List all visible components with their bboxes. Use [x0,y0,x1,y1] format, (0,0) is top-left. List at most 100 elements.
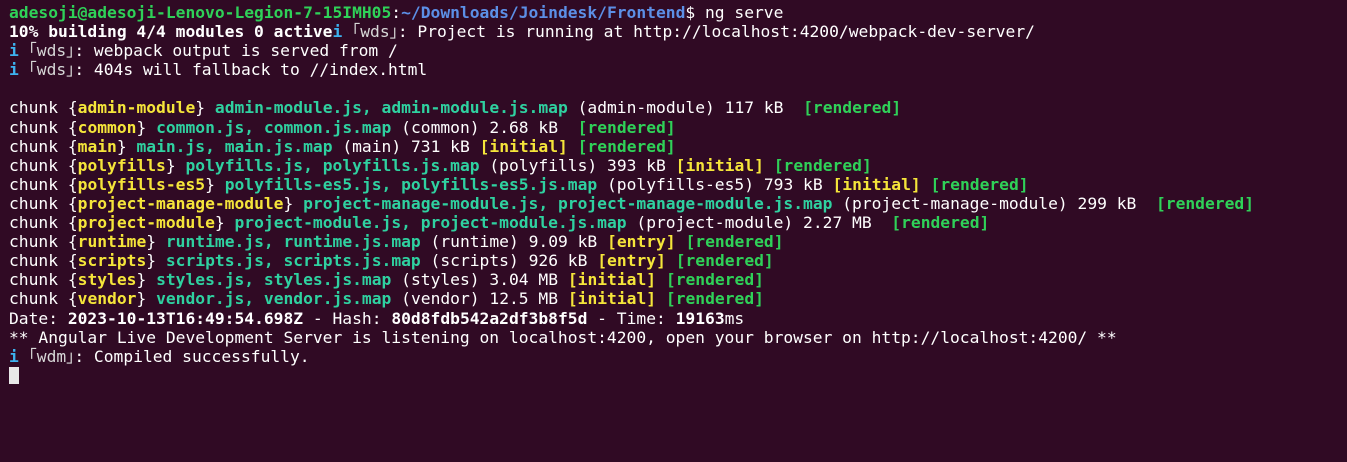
served-line: i ｢wds｣: webpack output is served from / [9,41,1347,60]
brace: } [136,289,157,309]
chunk-name: main [77,136,117,156]
served-msg: : webpack output is served from / [74,41,398,61]
chunk-keyword: chunk [9,117,68,137]
server-msg-line: ** Angular Live Development Server is li… [9,328,1347,347]
tag-bracket: [ [832,174,843,194]
chunk-keyword: chunk [9,174,68,194]
chunk-line: chunk {common} common.js, common.js.map … [9,118,1347,137]
info-icon: i [9,41,19,61]
chunk-line: chunk {admin-module} admin-module.js, ad… [9,98,1347,117]
chunk-files: project-manage-module.js, project-manage… [303,193,833,213]
tag-bracket: [ [675,155,686,175]
terminal-cursor[interactable] [9,366,19,384]
chunk-size: 731 kB [410,136,470,156]
fallback-msg: : 404s will fallback to //index.html [74,60,428,80]
tag-bracket: ] [754,289,764,309]
terminal-window[interactable]: adesoji@adesoji-Lenovo-Legion-7-15IMH05:… [0,0,1347,462]
chunk-line: chunk {project-module} project-module.js… [9,213,1347,232]
chunk-files: styles.js, styles.js.map [156,270,392,290]
brace: } [195,98,215,118]
chunk-size: 9.09 kB [528,232,598,252]
tag-bracket: ] [763,251,774,271]
chunk-tag-rendered: rendered [940,174,1019,194]
chunk-paren: (project-manage-module) [842,193,1068,213]
chunk-tag-rendered: rendered [587,117,666,137]
tag-bracket: ] [861,155,872,175]
chunk-paren: (scripts) [430,251,519,271]
chunk-tag-rendered: rendered [685,251,764,271]
chunk-line: chunk {polyfills} polyfills.js, polyfill… [9,156,1347,175]
chunk-files: vendor.js, vendor.js.map [156,289,392,309]
tag-bracket: [ [665,270,676,290]
chunk-name: styles [77,270,137,290]
cursor-line[interactable] [9,366,1347,385]
chunk-tag-rendered: rendered [1165,193,1245,213]
chunk-tag-rendered: rendered [783,155,862,175]
summary-line: Date: 2023-10-13T16:49:54.698Z - Hash: 8… [9,308,745,328]
tag-bracket: [ [803,98,813,118]
chunk-files: scripts.js, scripts.js.map [165,251,421,271]
chunk-line: chunk {main} main.js, main.js.map (main)… [9,137,1347,156]
brace: { [67,98,78,118]
chunk-files: runtime.js, runtime.js.map [165,232,421,252]
tag-bracket: [ [567,270,578,290]
chunk-size: 793 kB [763,174,823,194]
wds-label: ｢wds｣ [352,22,398,42]
chunk-paren: (runtime) [430,232,519,252]
chunk-line: chunk {scripts} scripts.js, scripts.js.m… [9,251,1347,270]
info-icon: i [9,346,19,366]
chunk-tag-rendered: rendered [675,270,755,290]
wdm-label: ｢wdm｣ [28,346,75,366]
brace: } [146,232,166,252]
tag-bracket: [ [577,136,588,156]
brace: } [283,193,304,213]
chunk-tag-rendered: rendered [675,289,755,309]
chunk-size: 117 kB [724,98,784,118]
brace: { [67,213,78,233]
chunk-size: 393 kB [607,155,666,175]
prompt-command: ng serve [695,3,784,22]
tag-bracket: ] [558,136,568,156]
chunk-files: common.js, common.js.map [156,117,392,137]
chunk-line: chunk {project-manage-module} project-ma… [9,194,1339,213]
chunk-name: project-module [77,213,215,233]
chunk-name: polyfills-es5 [77,174,206,194]
chunk-size: 2.68 kB [489,117,559,137]
brace: } [136,270,157,290]
chunk-paren: (polyfills) [489,155,598,175]
chunk-size: 926 kB [528,251,588,271]
build-time: 19163 [675,308,725,328]
chunk-files: polyfills-es5.js, polyfills-es5.js.map [224,174,598,194]
chunk-keyword: chunk [9,213,68,233]
chunk-keyword: chunk [9,98,68,118]
tag-bracket: ] [1244,193,1254,213]
chunk-keyword: chunk [9,136,68,156]
chunk-name: admin-module [77,98,196,118]
tag-bracket: [ [675,251,686,271]
chunk-tag-rendered: rendered [695,232,774,252]
chunk-tag-rendered: rendered [812,98,892,118]
chunk-paren: (main) [342,136,402,156]
tag-bracket: [ [685,232,696,252]
brace: { [67,117,78,137]
chunk-line: chunk {runtime} runtime.js, runtime.js.m… [9,232,1347,251]
